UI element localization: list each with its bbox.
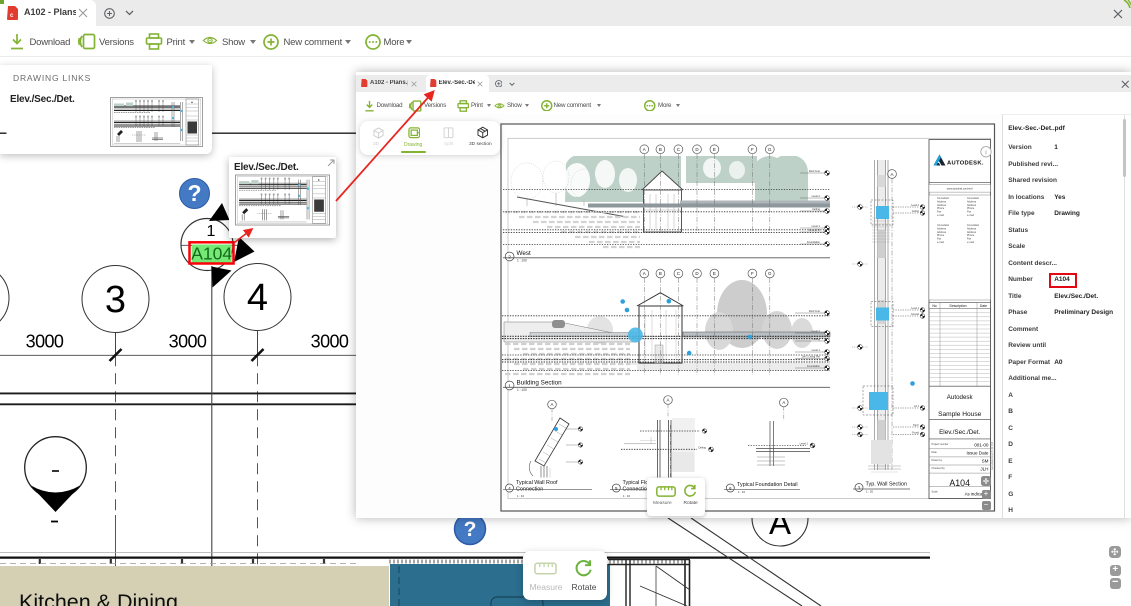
svg-text:i: i xyxy=(985,150,986,157)
svg-text:Kitchen & Dining: Kitchen & Dining xyxy=(19,590,178,606)
svg-text:3000: 3000 xyxy=(169,332,207,352)
svg-text:Level 2: Level 2 xyxy=(812,194,821,198)
svg-text:Description: Description xyxy=(950,304,967,308)
svg-text:Typ. Wall Section: Typ. Wall Section xyxy=(866,482,907,488)
svg-text:1 : 20: 1 : 20 xyxy=(866,490,873,494)
svg-text:Project number: Project number xyxy=(932,443,949,446)
svg-text:Elev./Sec./Det.: Elev./Sec./Det. xyxy=(939,429,980,436)
svg-text:e-mail: e-mail xyxy=(937,241,944,244)
svg-text:JLH: JLH xyxy=(980,467,988,472)
svg-text:1 : 10: 1 : 10 xyxy=(517,494,524,498)
svg-text:Lwl 1 Living Rm: Lwl 1 Living Rm xyxy=(802,355,820,359)
svg-text:3: 3 xyxy=(105,279,126,321)
svg-text:Checked by: Checked by xyxy=(932,467,946,470)
svg-text:Drawn by: Drawn by xyxy=(932,459,943,462)
svg-text:Date: Date xyxy=(980,304,987,308)
svg-text:Roof Line: Roof Line xyxy=(809,309,821,313)
svg-text:West: West xyxy=(517,250,531,257)
svg-text:Sample House: Sample House xyxy=(938,411,982,418)
svg-text:Level 2: Level 2 xyxy=(812,329,821,333)
svg-text:001-00: 001-00 xyxy=(974,443,989,448)
svg-text:Autodesk: Autodesk xyxy=(947,394,974,401)
svg-text:Ceiling: Ceiling xyxy=(812,337,820,341)
svg-text:e-mail: e-mail xyxy=(967,241,974,244)
svg-text:Issue Date: Issue Date xyxy=(967,451,989,456)
svg-text:E: E xyxy=(713,271,716,276)
svg-text:?: ? xyxy=(464,518,477,541)
svg-text:G: G xyxy=(768,271,772,276)
svg-text:A: A xyxy=(643,147,646,152)
svg-text:A: A xyxy=(551,402,554,407)
svg-text:Building Section: Building Section xyxy=(517,380,563,387)
svg-text:Level 1: Level 1 xyxy=(812,348,821,352)
svg-text:3000: 3000 xyxy=(26,332,64,352)
svg-text:1 : 10: 1 : 10 xyxy=(623,494,630,498)
svg-text:3000: 3000 xyxy=(311,332,349,352)
svg-text:Level 1: Level 1 xyxy=(812,224,821,228)
svg-text:G: G xyxy=(768,147,772,152)
svg-text:Ceiling: Ceiling xyxy=(698,446,706,450)
svg-text:E: E xyxy=(713,147,716,152)
svg-text:Scale: Scale xyxy=(932,491,939,494)
svg-text:1 : 100: 1 : 100 xyxy=(517,388,527,392)
svg-text:No: No xyxy=(932,304,936,308)
svg-text:Ground Fl: Ground Fl xyxy=(808,228,820,232)
svg-text:A: A xyxy=(782,400,785,405)
svg-text:Foundation: Foundation xyxy=(807,364,821,368)
svg-text:4: 4 xyxy=(247,277,268,319)
svg-text:Roof Line: Roof Line xyxy=(809,169,821,173)
svg-text:B: B xyxy=(659,147,662,152)
svg-text:1: 1 xyxy=(207,223,216,240)
svg-text:Date: Date xyxy=(932,451,938,454)
svg-text:F: F xyxy=(751,271,754,276)
svg-text:1 : 10: 1 : 10 xyxy=(738,490,745,494)
svg-text:1: 1 xyxy=(508,383,511,389)
svg-text:Autodesk Revit 5:19 PM: Autodesk Revit 5:19 PM xyxy=(990,442,994,470)
svg-text:Typical Wall Roof: Typical Wall Roof xyxy=(516,480,558,486)
svg-text:AUTODESK.: AUTODESK. xyxy=(947,161,984,167)
svg-text:A: A xyxy=(890,172,893,177)
svg-text:A: A xyxy=(643,271,646,276)
svg-text:e-mail: e-mail xyxy=(937,214,944,217)
svg-text:A: A xyxy=(667,398,670,403)
svg-text:e-mail: e-mail xyxy=(967,214,974,217)
svg-text:A104: A104 xyxy=(191,244,232,264)
svg-text:F: F xyxy=(751,147,754,152)
svg-text:Foundation: Foundation xyxy=(807,240,821,244)
svg-text:Level 1: Level 1 xyxy=(800,442,809,446)
svg-text:Ceiling: Ceiling xyxy=(812,207,820,211)
svg-text:▲: ▲ xyxy=(191,100,194,104)
svg-text:www.autodesk.com/revit: www.autodesk.com/revit xyxy=(947,188,973,191)
svg-text:1 : 100: 1 : 100 xyxy=(517,259,527,263)
svg-text:B: B xyxy=(659,271,662,276)
svg-text:Typical Foundation Detail: Typical Foundation Detail xyxy=(737,482,798,488)
svg-text:Top F: Top F xyxy=(913,424,920,427)
svg-text:Typical Flo: Typical Flo xyxy=(623,480,649,486)
svg-text:SM: SM xyxy=(982,459,989,464)
